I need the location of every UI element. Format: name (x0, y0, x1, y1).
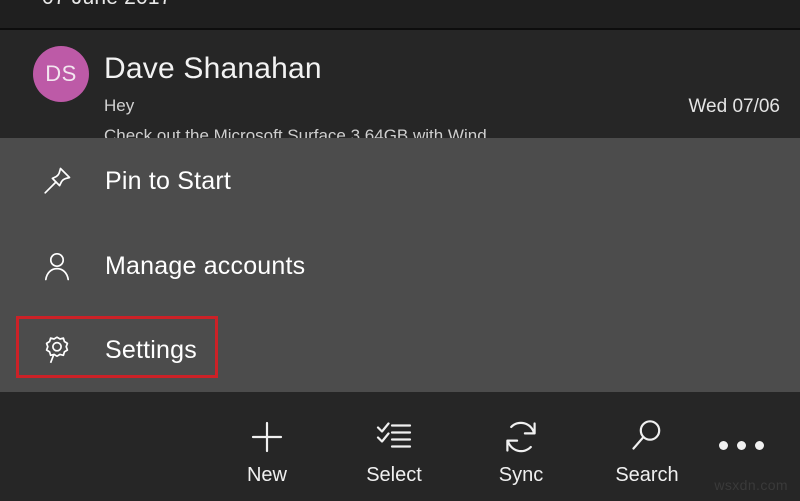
search-icon (626, 414, 668, 460)
plus-icon (246, 414, 288, 460)
menu-item-label: Manage accounts (105, 251, 306, 280)
select-button-label: Select (366, 464, 422, 486)
menu-item-settings[interactable]: Settings (0, 322, 800, 378)
message-list-item[interactable]: DS Dave Shanahan Hey Check out the Micro… (0, 30, 800, 140)
ellipsis-icon (718, 422, 764, 468)
sync-button-label: Sync (498, 464, 544, 486)
sync-icon (500, 414, 542, 460)
new-button[interactable]: New (212, 414, 322, 494)
gear-icon (38, 331, 76, 369)
mail-app-window: 07 June 2017 DS Dave Shanahan Hey Check … (0, 0, 800, 501)
menu-item-manage-accounts[interactable]: Manage accounts (0, 238, 800, 294)
avatar-initials: DS (45, 61, 77, 86)
date-group-label: 07 June 2017 (42, 0, 172, 10)
menu-item-label: Settings (105, 335, 197, 364)
menu-item-pin-to-start[interactable]: Pin to Start (0, 153, 800, 209)
search-button[interactable]: Search (592, 414, 702, 494)
avatar: DS (33, 46, 89, 102)
sync-button[interactable]: Sync (466, 414, 576, 494)
context-flyout-menu: Pin to Start Manage accounts Settings (0, 138, 800, 392)
message-sender: Dave Shanahan (104, 52, 322, 85)
pin-icon (38, 162, 76, 200)
person-icon (38, 247, 76, 285)
message-subject: Hey (104, 96, 135, 115)
new-button-label: New (246, 464, 287, 486)
search-button-label: Search (615, 464, 679, 486)
date-group-header: 07 June 2017 (0, 0, 800, 28)
message-date: Wed 07/06 (688, 96, 780, 117)
menu-item-label: Pin to Start (105, 166, 232, 195)
checklist-icon (373, 414, 415, 460)
site-watermark: wsxdn.com (714, 477, 788, 493)
command-bar: New Select Sync Search wsxdn.com (0, 392, 800, 501)
select-button[interactable]: Select (339, 414, 449, 494)
